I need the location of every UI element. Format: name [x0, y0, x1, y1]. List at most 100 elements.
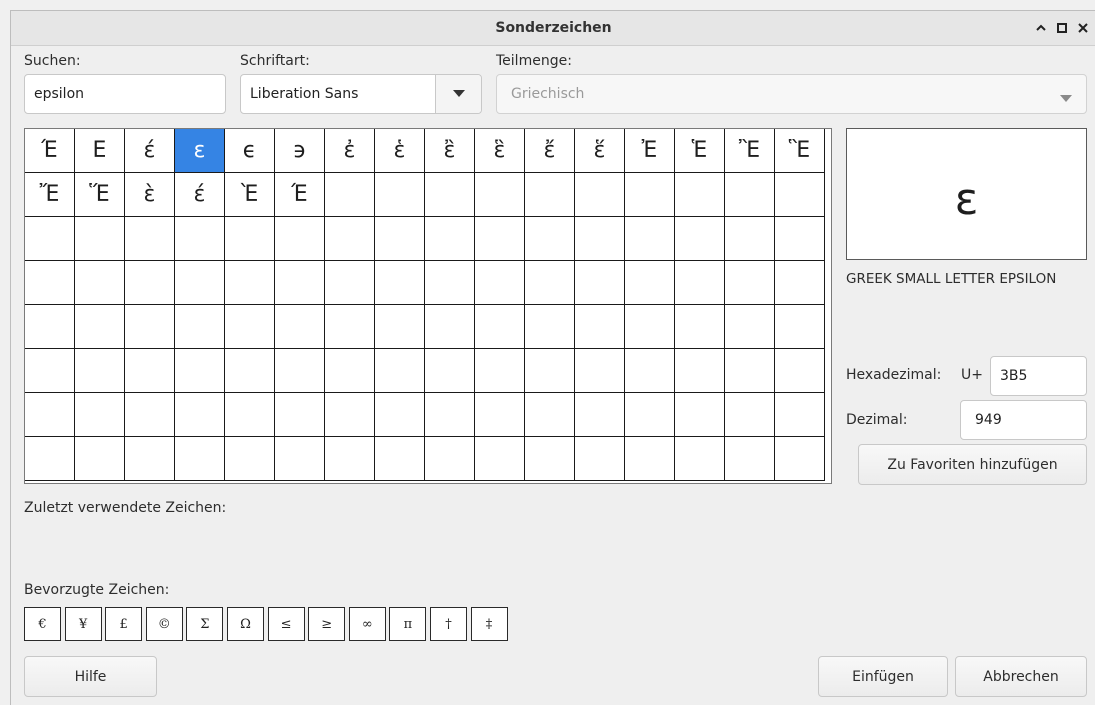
- grid-cell[interactable]: [475, 305, 525, 349]
- grid-cell[interactable]: ἒ: [425, 129, 475, 173]
- grid-cell[interactable]: [125, 261, 175, 305]
- grid-cell[interactable]: [625, 393, 675, 437]
- grid-cell[interactable]: [575, 261, 625, 305]
- decimal-input[interactable]: [960, 400, 1087, 440]
- grid-cell[interactable]: [675, 261, 725, 305]
- grid-cell[interactable]: [625, 217, 675, 261]
- grid-cell[interactable]: [675, 349, 725, 393]
- grid-cell[interactable]: [725, 305, 775, 349]
- dropdown-arrow-icon[interactable]: [435, 75, 481, 113]
- grid-cell[interactable]: [25, 261, 75, 305]
- grid-cell[interactable]: [475, 217, 525, 261]
- grid-cell[interactable]: [425, 305, 475, 349]
- grid-cell[interactable]: [275, 217, 325, 261]
- grid-cell[interactable]: [25, 217, 75, 261]
- grid-cell[interactable]: [525, 217, 575, 261]
- grid-cell[interactable]: [225, 305, 275, 349]
- grid-cell[interactable]: [175, 437, 225, 481]
- grid-cell[interactable]: [725, 437, 775, 481]
- grid-cell[interactable]: ϵ: [225, 129, 275, 173]
- grid-cell-selected[interactable]: ε: [175, 129, 225, 173]
- grid-cell[interactable]: [375, 349, 425, 393]
- help-button[interactable]: Hilfe: [24, 656, 157, 697]
- hex-value[interactable]: [1000, 368, 1077, 384]
- grid-cell[interactable]: [175, 261, 225, 305]
- grid-cell[interactable]: [725, 349, 775, 393]
- grid-cell[interactable]: ἔ: [525, 129, 575, 173]
- grid-cell[interactable]: [675, 437, 725, 481]
- favorite-character[interactable]: ‡: [470, 607, 508, 641]
- grid-cell[interactable]: [225, 349, 275, 393]
- grid-cell[interactable]: [475, 437, 525, 481]
- favorite-character[interactable]: ≤: [267, 607, 305, 641]
- grid-cell[interactable]: [125, 393, 175, 437]
- grid-cell[interactable]: [775, 217, 825, 261]
- search-input[interactable]: [34, 86, 216, 102]
- grid-cell[interactable]: Ἕ: [75, 173, 125, 217]
- grid-cell[interactable]: [725, 217, 775, 261]
- grid-cell[interactable]: έ: [125, 129, 175, 173]
- grid-cell[interactable]: [475, 173, 525, 217]
- grid-cell[interactable]: [375, 437, 425, 481]
- grid-cell[interactable]: [175, 349, 225, 393]
- grid-cell[interactable]: [325, 217, 375, 261]
- search-field[interactable]: [24, 74, 226, 114]
- grid-cell[interactable]: Ἐ: [625, 129, 675, 173]
- grid-cell[interactable]: [425, 217, 475, 261]
- grid-cell[interactable]: [425, 393, 475, 437]
- grid-cell[interactable]: [675, 305, 725, 349]
- chevron-up-icon[interactable]: [1033, 20, 1049, 36]
- grid-cell[interactable]: [25, 349, 75, 393]
- grid-cell[interactable]: [625, 173, 675, 217]
- grid-cell[interactable]: [125, 305, 175, 349]
- favorite-character[interactable]: £: [105, 607, 143, 641]
- grid-cell[interactable]: [275, 349, 325, 393]
- character-grid[interactable]: Έ Εέ ε ϵ ϶ ἐ ἑ ἒ ἓ ἔ ἕ Ἐ Ἑ Ἒ Ἓ Ἔ Ἕὲ έ Ὲ Έ: [24, 128, 832, 484]
- grid-cell[interactable]: [725, 261, 775, 305]
- grid-cell[interactable]: [225, 437, 275, 481]
- grid-cell[interactable]: [325, 437, 375, 481]
- grid-cell[interactable]: [125, 217, 175, 261]
- grid-cell[interactable]: [75, 261, 125, 305]
- favorite-character[interactable]: ≥: [308, 607, 346, 641]
- grid-cell[interactable]: [425, 261, 475, 305]
- grid-cell[interactable]: [775, 261, 825, 305]
- grid-cell[interactable]: [725, 393, 775, 437]
- grid-cell[interactable]: [325, 349, 375, 393]
- grid-cell[interactable]: [325, 261, 375, 305]
- grid-cell[interactable]: Έ: [25, 129, 75, 173]
- grid-cell[interactable]: [375, 217, 425, 261]
- insert-button[interactable]: Einfügen: [818, 656, 948, 697]
- grid-cell[interactable]: έ: [175, 173, 225, 217]
- grid-cell[interactable]: [575, 173, 625, 217]
- font-select[interactable]: Liberation Sans: [240, 74, 482, 114]
- grid-cell[interactable]: [125, 349, 175, 393]
- grid-cell[interactable]: [625, 349, 675, 393]
- maximize-icon[interactable]: [1054, 20, 1070, 36]
- grid-cell[interactable]: [25, 305, 75, 349]
- grid-cell[interactable]: [175, 217, 225, 261]
- grid-cell[interactable]: [775, 393, 825, 437]
- grid-cell[interactable]: [675, 173, 725, 217]
- grid-cell[interactable]: [425, 437, 475, 481]
- grid-cell[interactable]: [525, 349, 575, 393]
- grid-cell[interactable]: [475, 349, 525, 393]
- add-to-favorites-button[interactable]: Zu Favoriten hinzufügen: [858, 444, 1087, 485]
- grid-cell[interactable]: ἓ: [475, 129, 525, 173]
- grid-cell[interactable]: [325, 173, 375, 217]
- grid-cell[interactable]: Ὲ: [225, 173, 275, 217]
- grid-cell[interactable]: [375, 261, 425, 305]
- close-icon[interactable]: [1075, 20, 1091, 36]
- grid-cell[interactable]: [475, 261, 525, 305]
- grid-cell[interactable]: [25, 437, 75, 481]
- grid-cell[interactable]: ἕ: [575, 129, 625, 173]
- favorite-character[interactable]: Σ: [186, 607, 224, 641]
- grid-cell[interactable]: [75, 437, 125, 481]
- grid-cell[interactable]: [775, 437, 825, 481]
- favorite-character[interactable]: €: [24, 607, 61, 641]
- cancel-button[interactable]: Abbrechen: [955, 656, 1087, 697]
- grid-cell[interactable]: [125, 437, 175, 481]
- grid-cell[interactable]: [575, 349, 625, 393]
- grid-cell[interactable]: [625, 261, 675, 305]
- grid-cell[interactable]: [575, 305, 625, 349]
